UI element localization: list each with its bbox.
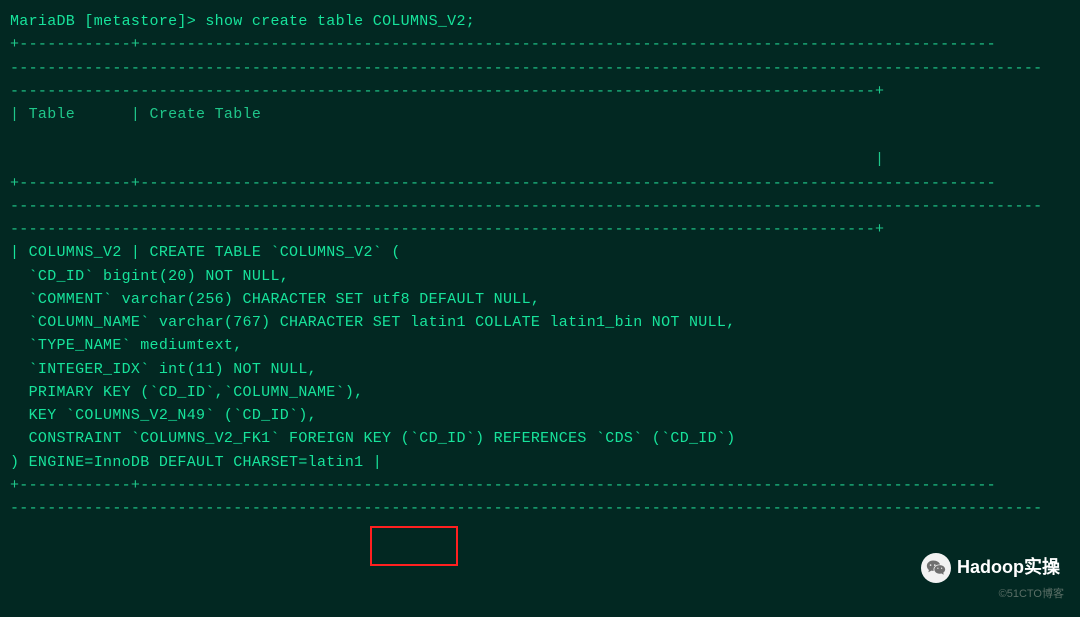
badge-text: Hadoop实操 — [957, 554, 1060, 582]
create-table-line-1: | COLUMNS_V2 | CREATE TABLE `COLUMNS_V2`… — [10, 241, 1070, 264]
red-highlight-box — [370, 526, 458, 566]
prompt-db: MariaDB [metastore]> — [10, 13, 196, 30]
watermark: ©51CTO博客 — [999, 586, 1064, 603]
create-table-line-5: `TYPE_NAME` mediumtext, — [10, 334, 1070, 357]
wechat-icon — [921, 553, 951, 583]
separator-dash-3: ----------------------------------------… — [10, 497, 1070, 520]
separator-dash-plus-2: ----------------------------------------… — [10, 218, 1070, 241]
create-table-line-7: PRIMARY KEY (`CD_ID`,`COLUMN_NAME`), — [10, 381, 1070, 404]
sql-prompt-line: MariaDB [metastore]> show create table C… — [10, 10, 1070, 33]
header-row: | Table | Create Table — [10, 103, 1070, 126]
author-badge: Hadoop实操 — [921, 553, 1060, 583]
create-table-line-8: KEY `COLUMNS_V2_N49` (`CD_ID`), — [10, 404, 1070, 427]
separator-dash-2: ----------------------------------------… — [10, 195, 1070, 218]
header-end: | — [10, 148, 1070, 171]
separator-top-plus: +------------+--------------------------… — [10, 33, 1070, 56]
separator-bottom-plus: +------------+--------------------------… — [10, 474, 1070, 497]
create-table-line-4: `COLUMN_NAME` varchar(767) CHARACTER SET… — [10, 311, 1070, 334]
create-table-line-3: `COMMENT` varchar(256) CHARACTER SET utf… — [10, 288, 1070, 311]
separator-mid-plus: +------------+--------------------------… — [10, 172, 1070, 195]
separator-dash-plus: ----------------------------------------… — [10, 80, 1070, 103]
prompt-command: show create table COLUMNS_V2; — [205, 13, 475, 30]
separator-dash: ----------------------------------------… — [10, 57, 1070, 80]
create-table-line-2: `CD_ID` bigint(20) NOT NULL, — [10, 265, 1070, 288]
create-table-line-9: CONSTRAINT `COLUMNS_V2_FK1` FOREIGN KEY … — [10, 427, 1070, 450]
create-table-line-10: ) ENGINE=InnoDB DEFAULT CHARSET=latin1 | — [10, 451, 1070, 474]
create-table-line-6: `INTEGER_IDX` int(11) NOT NULL, — [10, 358, 1070, 381]
